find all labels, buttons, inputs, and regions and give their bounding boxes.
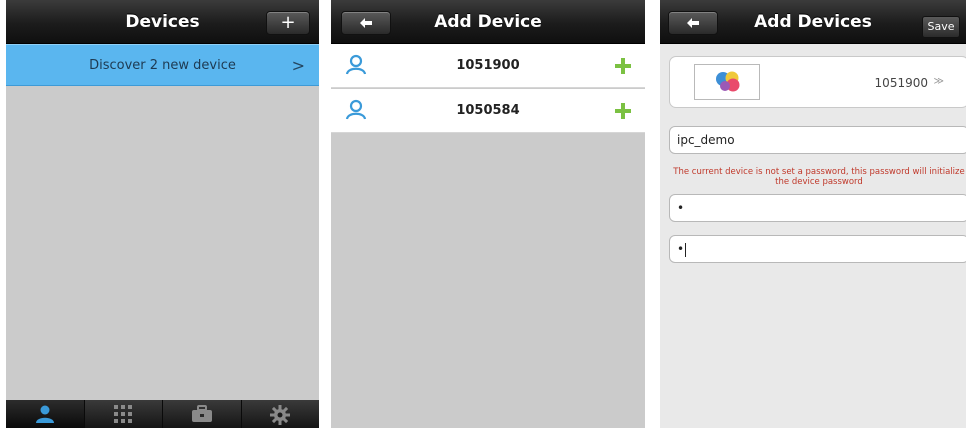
devices-screen: Devices + Discover 2 new device > <box>6 0 319 428</box>
device-id: 1050584 <box>456 103 520 118</box>
tab-settings[interactable] <box>242 400 320 428</box>
device-card[interactable]: 1051900 ≫ <box>669 56 966 108</box>
chevron-right-icon: > <box>291 56 305 75</box>
tab-grid[interactable] <box>85 400 163 428</box>
save-button[interactable]: Save <box>922 16 960 38</box>
device-row[interactable]: 1051900 <box>331 44 645 88</box>
back-button[interactable] <box>341 11 391 35</box>
add-device-screen: Add Device 1051900 1050584 <box>331 0 645 428</box>
title-bar: Devices + <box>6 0 319 44</box>
add-devices-form-screen: Add Devices Save 1051900 ≫ ipc_demo The … <box>660 0 966 428</box>
plus-icon[interactable] <box>615 103 631 119</box>
back-button[interactable] <box>668 11 718 35</box>
title-bar: Add Device <box>331 0 645 44</box>
app-logo-icon <box>716 71 740 92</box>
user-icon <box>35 405 54 423</box>
discover-label: Discover 2 new device <box>89 58 236 73</box>
confirm-password-value: • <box>677 242 685 256</box>
confirm-password-field[interactable]: • <box>669 235 966 263</box>
plus-icon[interactable] <box>615 58 631 74</box>
add-device-button[interactable]: + <box>266 11 310 35</box>
device-id: 1051900 <box>456 58 520 73</box>
password-field[interactable]: • <box>669 194 966 222</box>
back-arrow-icon <box>687 18 699 28</box>
device-row[interactable]: 1050584 <box>331 89 645 133</box>
text-cursor <box>685 242 687 257</box>
tab-tools[interactable] <box>163 400 242 428</box>
bottom-tab-bar <box>6 400 319 428</box>
back-arrow-icon <box>360 18 372 28</box>
discover-new-device-row[interactable]: Discover 2 new device > <box>6 44 319 86</box>
device-thumbnail <box>694 64 760 100</box>
toolbox-icon <box>191 405 212 422</box>
grid-icon <box>114 405 133 423</box>
device-id: 1051900 <box>874 76 928 90</box>
device-name-field[interactable]: ipc_demo <box>669 126 966 154</box>
title-bar: Add Devices Save <box>660 0 966 44</box>
plus-icon: + <box>280 12 296 33</box>
tab-devices[interactable] <box>6 400 85 428</box>
double-chevron-icon: ≫ <box>933 76 944 87</box>
password-notice: The current device is not set a password… <box>673 167 965 187</box>
gear-icon <box>270 405 291 425</box>
